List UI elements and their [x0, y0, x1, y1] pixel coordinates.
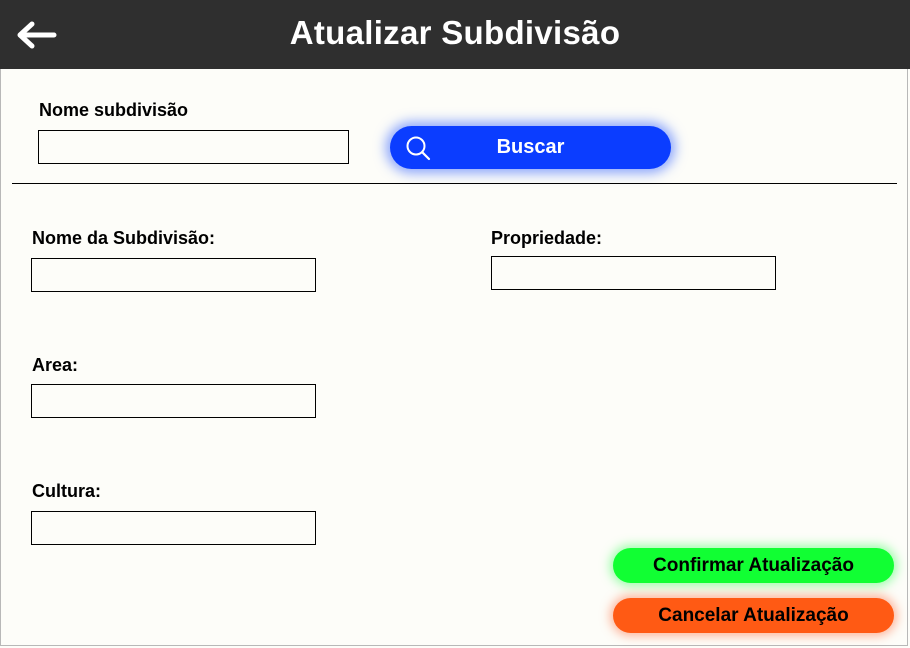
confirm-update-button[interactable]: Confirmar Atualização: [613, 548, 894, 583]
propriedade-label: Propriedade:: [491, 228, 603, 248]
page-title: Atualizar Subdivisão: [289, 14, 621, 51]
search-button-label: Buscar: [496, 136, 565, 158]
search-button[interactable]: Buscar: [390, 126, 671, 169]
search-input[interactable]: [38, 130, 349, 164]
header-bar: Atualizar Subdivisão: [0, 0, 910, 69]
nome-subdivisao-label: Nome da Subdivisão:: [32, 228, 216, 248]
cancel-update-button[interactable]: Cancelar Atualização: [613, 598, 894, 633]
cultura-label: Cultura:: [32, 481, 101, 501]
section-divider: [12, 183, 897, 184]
propriedade-field[interactable]: [491, 256, 776, 290]
area-field[interactable]: [31, 384, 316, 418]
search-label: Nome subdivisão: [39, 100, 189, 120]
cultura-field[interactable]: [31, 511, 316, 545]
nome-subdivisao-field[interactable]: [31, 258, 316, 292]
area-label: Area:: [32, 355, 79, 375]
